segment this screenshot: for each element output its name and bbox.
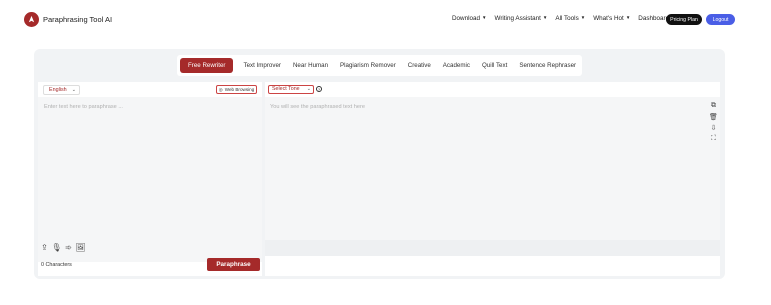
- nav-links: Download ▼ Writing Assistant ▼ All Tools ▼ …: [452, 15, 677, 22]
- nav-download[interactable]: Download ▼: [452, 15, 486, 22]
- output-text-area[interactable]: [265, 97, 720, 241]
- web-browsing-button[interactable]: ◎ Web Browsing: [216, 85, 257, 94]
- microphone-icon[interactable]: 🎙: [51, 243, 61, 252]
- image-icon[interactable]: 🖼: [75, 243, 85, 252]
- nav-all-tools[interactable]: All Tools ▼: [555, 15, 585, 22]
- tab-creative[interactable]: Creative: [408, 62, 431, 69]
- globe-icon: ◎: [218, 86, 223, 92]
- chevron-down-icon: ▼: [625, 15, 631, 20]
- input-text-area[interactable]: [38, 97, 262, 262]
- nav-writing-assistant[interactable]: Writing Assistant ▼: [494, 15, 547, 22]
- tone-select[interactable]: Select Tone ⌄: [268, 85, 314, 94]
- input-placeholder: Enter text here to paraphrase ...: [44, 104, 123, 110]
- output-footer: [265, 240, 720, 256]
- top-nav: Paraphrasing Tool AI Download ▼ Writing A…: [0, 0, 771, 40]
- trash-icon[interactable]: 🗑: [709, 112, 718, 121]
- paraphrase-button[interactable]: Paraphrase: [207, 258, 260, 271]
- arrow-right-icon[interactable]: ➾: [64, 243, 73, 252]
- output-toolbar: ⧉ 🗑 ⇩ ⛶: [709, 101, 718, 145]
- chevron-down-icon: ⌄: [306, 86, 311, 92]
- download-icon[interactable]: ⇩: [709, 123, 718, 132]
- character-count: 0 Characters: [41, 262, 72, 268]
- chevron-down-icon: ▼: [482, 15, 487, 20]
- chevron-down-icon: ▼: [542, 15, 548, 20]
- tab-near-human[interactable]: Near Human: [293, 62, 328, 69]
- logout-button[interactable]: Logout: [706, 14, 735, 25]
- tab-sentence-rephraser[interactable]: Sentence Rephraser: [519, 62, 576, 69]
- pricing-plan-button[interactable]: Pricing Plan: [666, 14, 702, 25]
- copy-icon[interactable]: ⧉: [709, 101, 718, 110]
- tab-free-rewriter[interactable]: Free Rewriter: [180, 58, 234, 73]
- nav-dashboard[interactable]: Dashboard: [638, 15, 669, 22]
- brand-name[interactable]: Paraphrasing Tool AI: [43, 15, 112, 24]
- tab-academic[interactable]: Academic: [443, 62, 470, 69]
- chevron-down-icon: ⌄: [71, 87, 76, 93]
- output-placeholder: You will see the paraphrased text here: [270, 104, 365, 110]
- tab-quill-text[interactable]: Quill Text: [482, 62, 507, 69]
- input-toolbar: ⇪ 🎙 ➾ 🖼: [40, 243, 88, 252]
- logo-icon[interactable]: [24, 12, 39, 27]
- chevron-down-icon: ▼: [580, 15, 586, 20]
- language-select[interactable]: English ⌄: [43, 85, 80, 95]
- tab-text-improver[interactable]: Text Improver: [243, 62, 280, 69]
- expand-icon[interactable]: ⛶: [709, 134, 718, 143]
- upload-icon[interactable]: ⇪: [40, 243, 49, 252]
- mode-tabs: Free Rewriter Text Improver Near Human P…: [177, 55, 582, 76]
- info-icon[interactable]: ?: [316, 86, 322, 92]
- nav-whats-hot[interactable]: What's Hot ▼: [593, 15, 630, 22]
- tab-plagiarism-remover[interactable]: Plagiarism Remover: [340, 62, 396, 69]
